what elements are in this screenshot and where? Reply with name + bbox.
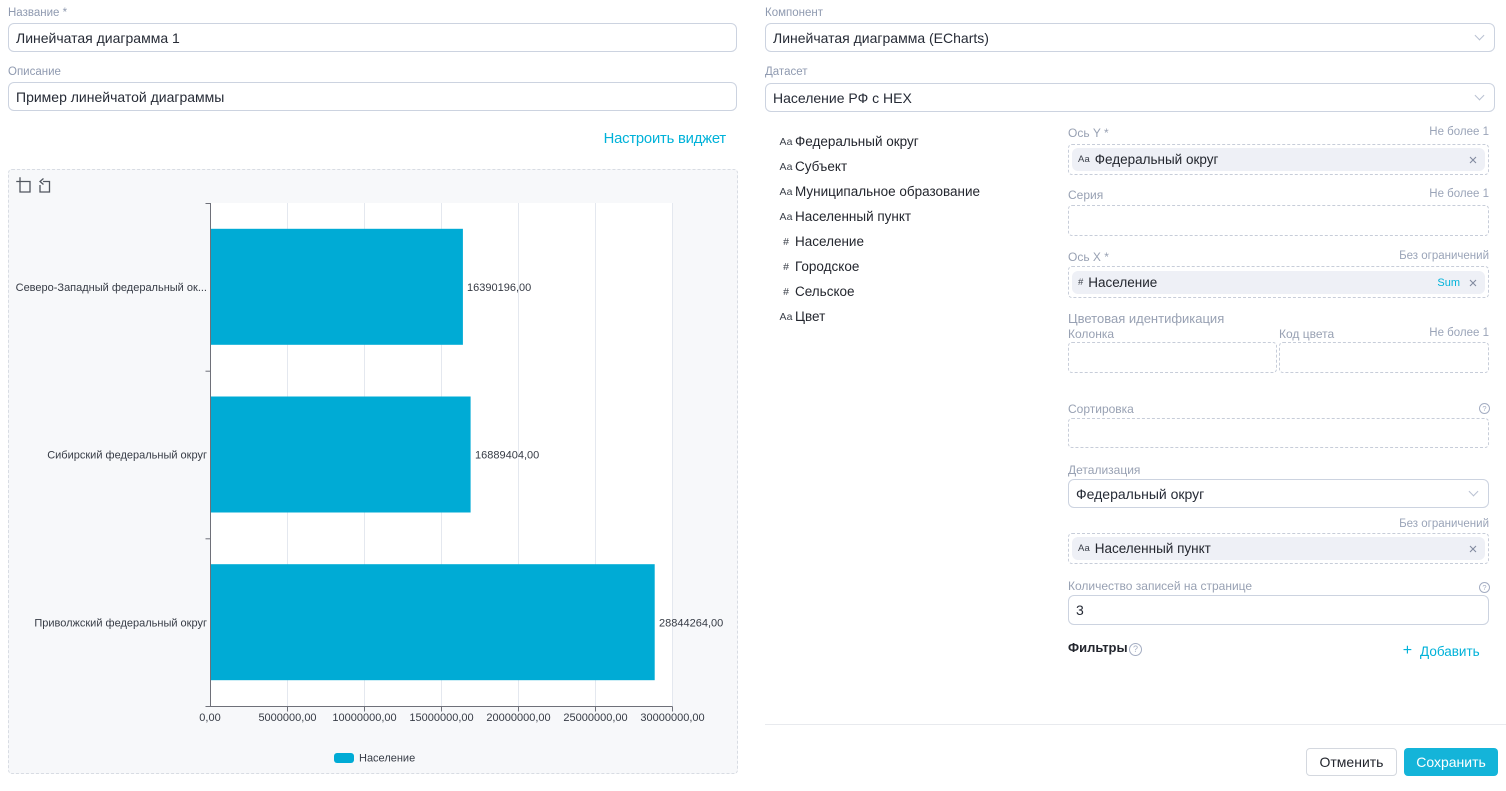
svg-text:Приволжский федеральный округ: Приволжский федеральный округ bbox=[34, 617, 207, 629]
svg-text:16390196,00: 16390196,00 bbox=[467, 282, 531, 294]
svg-text:28844264,00: 28844264,00 bbox=[659, 617, 723, 629]
svg-text:20000000,00: 20000000,00 bbox=[486, 712, 550, 724]
svg-text:30000000,00: 30000000,00 bbox=[640, 712, 704, 724]
svg-text:0,00: 0,00 bbox=[199, 712, 220, 724]
svg-text:Население: Население bbox=[359, 753, 415, 765]
svg-text:5000000,00: 5000000,00 bbox=[258, 712, 316, 724]
svg-text:16889404,00: 16889404,00 bbox=[475, 450, 539, 462]
svg-text:Северо-Западный федеральный ок: Северо-Западный федеральный ок... bbox=[16, 282, 207, 294]
svg-text:10000000,00: 10000000,00 bbox=[332, 712, 396, 724]
svg-text:15000000,00: 15000000,00 bbox=[409, 712, 473, 724]
svg-text:25000000,00: 25000000,00 bbox=[563, 712, 627, 724]
svg-text:Сибирский федеральный округ: Сибирский федеральный округ bbox=[47, 450, 207, 462]
